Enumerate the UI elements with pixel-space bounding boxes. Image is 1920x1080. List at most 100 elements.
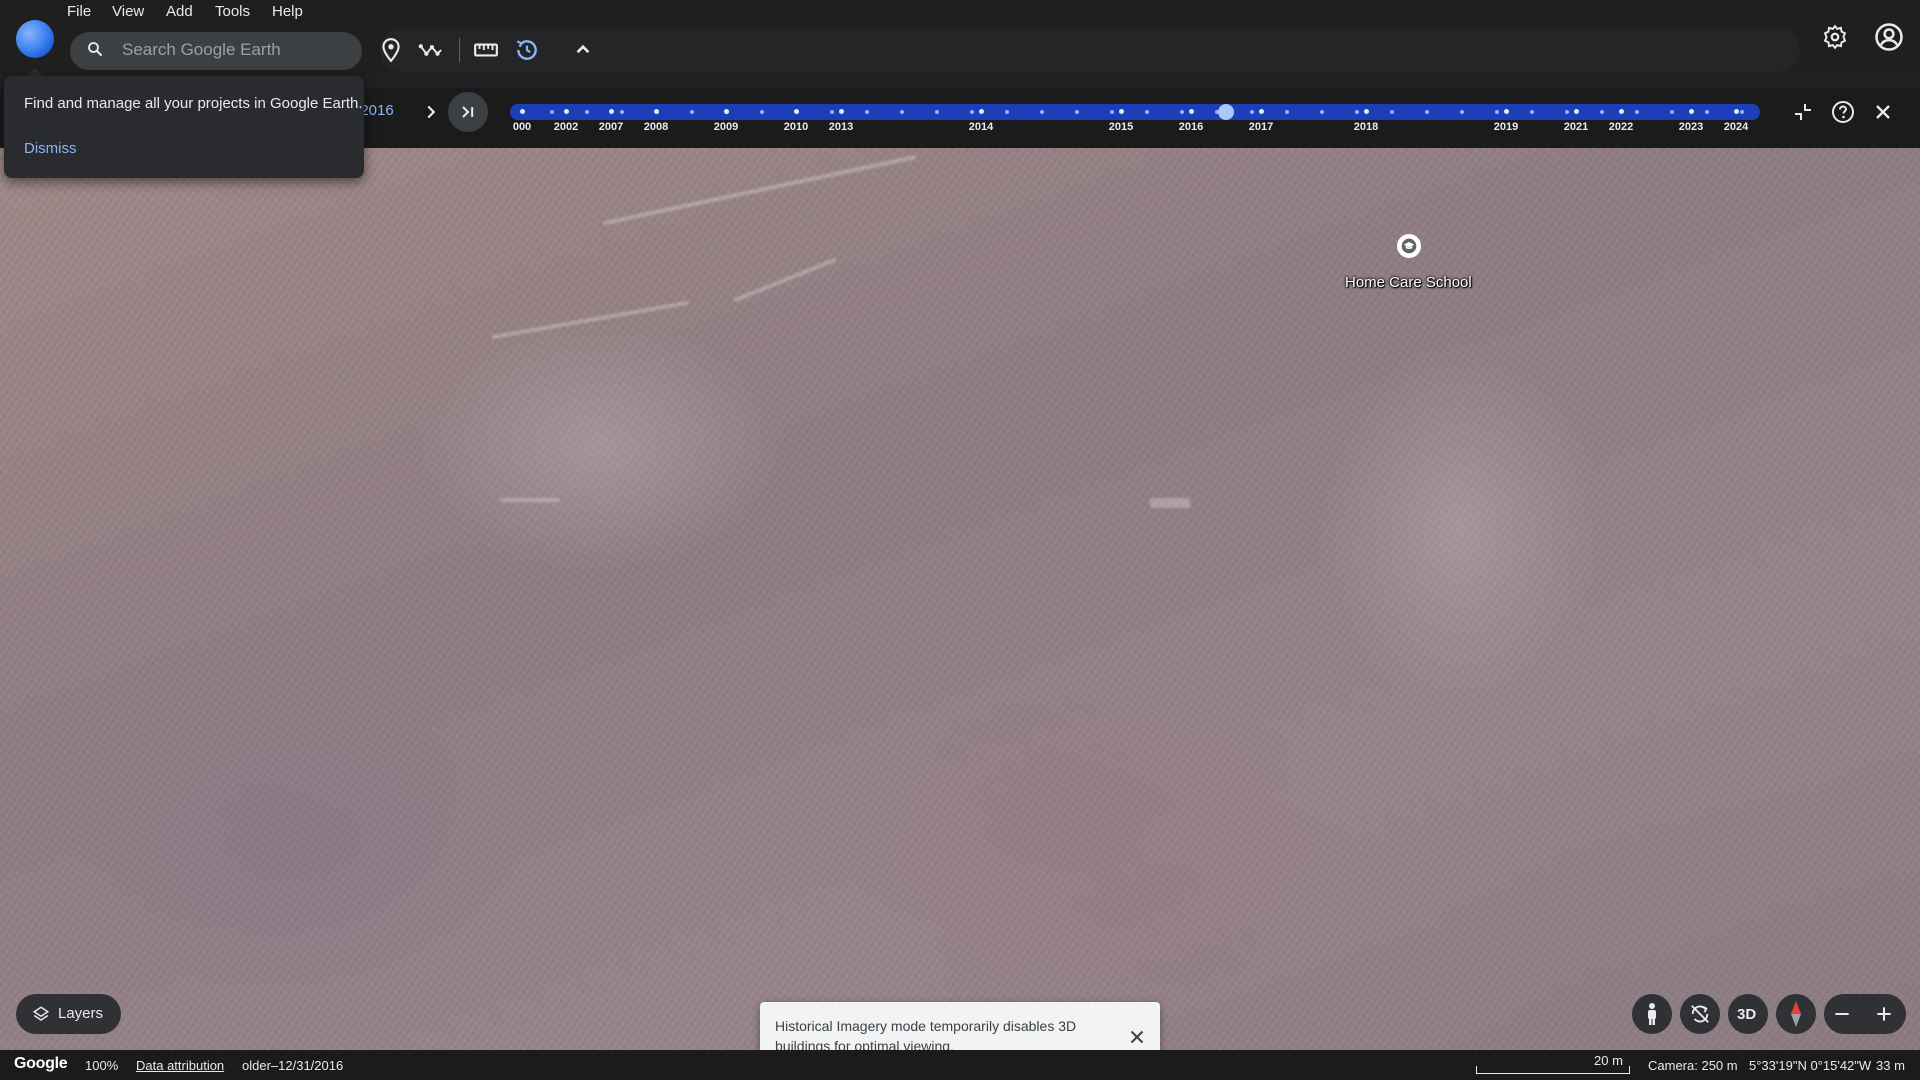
menu-add[interactable]: Add bbox=[166, 3, 193, 20]
timeline-minor-tick[interactable] bbox=[1285, 110, 1289, 114]
timeline-minor-tick[interactable] bbox=[1005, 110, 1009, 114]
timeline-minor-tick[interactable] bbox=[1495, 110, 1499, 114]
data-attribution-link[interactable]: Data attribution bbox=[136, 1058, 224, 1073]
timeline-year-tick[interactable] bbox=[1363, 109, 1369, 114]
timeline-track[interactable] bbox=[510, 104, 1760, 120]
close-toast-icon[interactable] bbox=[1126, 1026, 1148, 1048]
timeline-year-tick[interactable] bbox=[519, 109, 525, 114]
timeline-year-label: 2021 bbox=[1563, 121, 1589, 133]
zoom-out-icon[interactable] bbox=[1832, 1004, 1852, 1024]
timeline-minor-tick[interactable] bbox=[550, 110, 554, 114]
menu-help[interactable]: Help bbox=[272, 3, 303, 20]
timeline-year-tick[interactable] bbox=[838, 109, 844, 114]
compass-needle-icon bbox=[1791, 1001, 1801, 1027]
timeline-year-tick[interactable] bbox=[978, 109, 984, 114]
timeline-minor-tick[interactable] bbox=[865, 110, 869, 114]
exit-fullscreen-icon[interactable] bbox=[1791, 100, 1815, 124]
rotate-off-icon bbox=[1691, 1005, 1709, 1023]
compass-button[interactable] bbox=[1776, 994, 1816, 1034]
jump-to-latest-button[interactable] bbox=[448, 92, 488, 132]
timeline-minor-tick[interactable] bbox=[935, 110, 939, 114]
historical-imagery-icon[interactable] bbox=[514, 37, 540, 63]
timeline-year-tick[interactable] bbox=[793, 109, 799, 114]
timeline-minor-tick[interactable] bbox=[1565, 110, 1569, 114]
timeline-minor-tick[interactable] bbox=[1460, 110, 1464, 114]
timeline-year-tick[interactable] bbox=[563, 109, 569, 114]
settings-gear-icon[interactable] bbox=[1822, 24, 1848, 50]
timeline-thumb[interactable] bbox=[1218, 104, 1234, 120]
timeline-minor-tick[interactable] bbox=[620, 110, 624, 114]
timeline-year-tick[interactable] bbox=[1688, 109, 1694, 114]
map-imagery[interactable] bbox=[0, 148, 1920, 1050]
timeline-minor-tick[interactable] bbox=[1600, 110, 1604, 114]
close-timeline-icon[interactable] bbox=[1871, 100, 1895, 124]
menu-view[interactable]: View bbox=[112, 3, 144, 20]
measure-ruler-icon[interactable] bbox=[473, 37, 499, 63]
timeline-minor-tick[interactable] bbox=[1110, 110, 1114, 114]
timeline-year-label: 2022 bbox=[1608, 121, 1634, 133]
dismiss-button[interactable]: Dismiss bbox=[24, 140, 77, 157]
collapse-chevron-icon[interactable] bbox=[570, 37, 596, 63]
timeline-minor-tick[interactable] bbox=[585, 110, 589, 114]
timeline-year-tick[interactable] bbox=[723, 109, 729, 114]
skip-to-end-icon bbox=[462, 106, 474, 118]
timeline-year-label: 2007 bbox=[598, 121, 624, 133]
zoom-in-icon[interactable] bbox=[1874, 1004, 1894, 1024]
draw-path-icon[interactable] bbox=[418, 37, 444, 63]
coordinates: 5°33'19"N 0°15'42"W bbox=[1749, 1058, 1872, 1073]
timeline-minor-tick[interactable] bbox=[1390, 110, 1394, 114]
account-icon[interactable] bbox=[1874, 22, 1904, 52]
projects-tip-popup bbox=[4, 76, 364, 178]
timeline-year-label: 2023 bbox=[1678, 121, 1704, 133]
poi-label[interactable]: Home Care School bbox=[1345, 274, 1472, 291]
timeline-minor-tick[interactable] bbox=[1145, 110, 1149, 114]
timeline-year-tick[interactable] bbox=[1733, 109, 1739, 114]
menu-tools[interactable]: Tools bbox=[215, 3, 250, 20]
timeline-year-tick[interactable] bbox=[1258, 109, 1264, 114]
pegman-icon bbox=[1648, 1003, 1656, 1025]
timeline-year-tick[interactable] bbox=[608, 109, 614, 114]
timeline-year-tick[interactable] bbox=[653, 109, 659, 114]
help-icon[interactable] bbox=[1831, 100, 1855, 124]
timeline-minor-tick[interactable] bbox=[1250, 110, 1254, 114]
toggle-3d-label: 3D bbox=[1737, 1006, 1757, 1023]
timeline-minor-tick[interactable] bbox=[1635, 110, 1639, 114]
street-view-pegman-button[interactable] bbox=[1632, 994, 1672, 1034]
timeline-minor-tick[interactable] bbox=[970, 110, 974, 114]
timeline-minor-tick[interactable] bbox=[1740, 110, 1744, 114]
timeline-minor-tick[interactable] bbox=[1075, 110, 1079, 114]
google-earth-logo[interactable] bbox=[16, 20, 54, 58]
timeline-year-label: 2002 bbox=[553, 121, 579, 133]
timeline-minor-tick[interactable] bbox=[1355, 110, 1359, 114]
search-input[interactable] bbox=[122, 38, 352, 62]
timeline-year-tick[interactable] bbox=[1573, 109, 1579, 114]
timeline-year-label: 2014 bbox=[968, 121, 994, 133]
timeline-year-tick[interactable] bbox=[1188, 109, 1194, 114]
timeline-minor-tick[interactable] bbox=[690, 110, 694, 114]
timeline-year-label: 2024 bbox=[1723, 121, 1749, 133]
place-pin-icon[interactable] bbox=[378, 37, 404, 63]
school-marker-icon[interactable] bbox=[1397, 234, 1421, 258]
timeline-minor-tick[interactable] bbox=[1670, 110, 1674, 114]
timeline-minor-tick[interactable] bbox=[1425, 110, 1429, 114]
timeline-minor-tick[interactable] bbox=[1530, 110, 1534, 114]
timeline-minor-tick[interactable] bbox=[1180, 110, 1184, 114]
timeline-minor-tick[interactable] bbox=[900, 110, 904, 114]
timeline-minor-tick[interactable] bbox=[830, 110, 834, 114]
timeline-minor-tick[interactable] bbox=[760, 110, 764, 114]
timeline-year-tick[interactable] bbox=[1618, 109, 1624, 114]
timeline-minor-tick[interactable] bbox=[1040, 110, 1044, 114]
tilt-reset-button[interactable] bbox=[1680, 994, 1720, 1034]
timeline-year-label: 2010 bbox=[783, 121, 809, 133]
timeline-year-tick[interactable] bbox=[1118, 109, 1124, 114]
timeline-minor-tick[interactable] bbox=[1705, 110, 1709, 114]
layers-label: Layers bbox=[58, 1005, 104, 1022]
imagery-date: older–12/31/2016 bbox=[242, 1058, 344, 1073]
timeline-minor-tick[interactable] bbox=[1320, 110, 1324, 114]
timeline-year-label: 2015 bbox=[1108, 121, 1134, 133]
timeline-year-tick[interactable] bbox=[1503, 109, 1509, 114]
next-date-chevron-icon[interactable] bbox=[420, 100, 442, 124]
camera-altitude: Camera: 250 m bbox=[1648, 1058, 1738, 1073]
menu-file[interactable]: File bbox=[67, 3, 91, 20]
search-icon bbox=[88, 42, 102, 56]
